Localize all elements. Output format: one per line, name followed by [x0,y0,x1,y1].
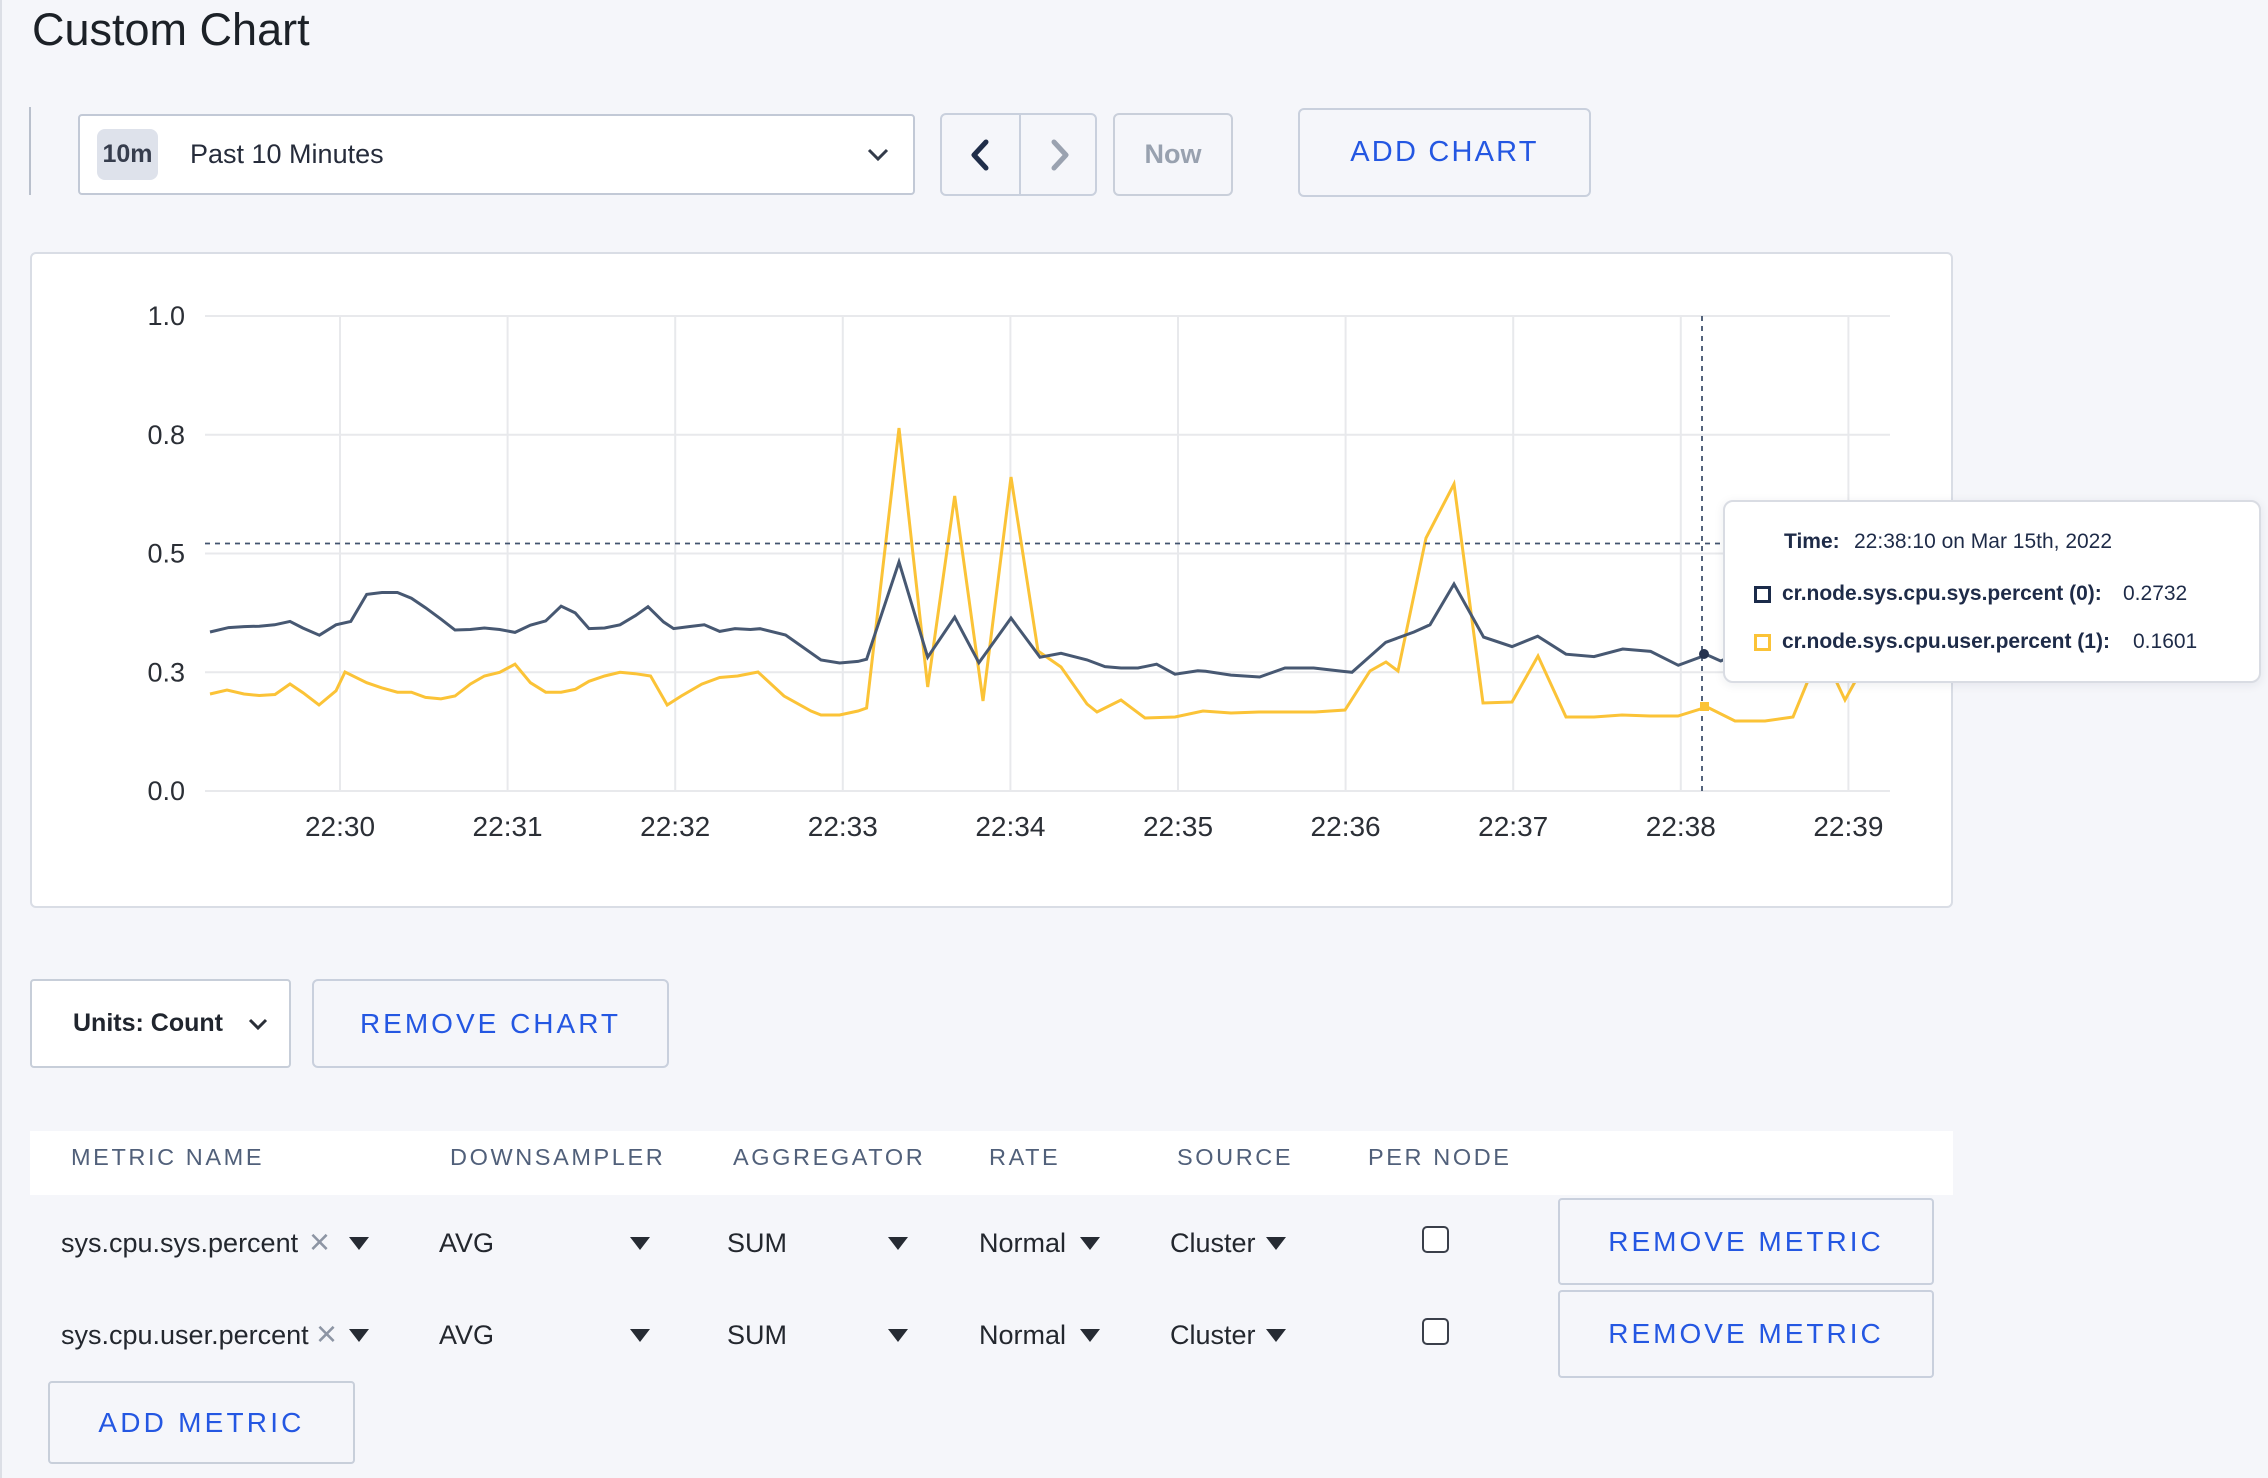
svg-text:22:33: 22:33 [808,811,878,842]
svg-text:0.3: 0.3 [147,657,185,687]
svg-text:22:38: 22:38 [1646,811,1716,842]
svg-text:22:32: 22:32 [640,811,710,842]
svg-text:22:36: 22:36 [1311,811,1381,842]
svg-text:22:34: 22:34 [975,811,1045,842]
svg-text:0.8: 0.8 [147,420,185,450]
svg-text:22:39: 22:39 [1813,811,1883,842]
svg-text:22:37: 22:37 [1478,811,1548,842]
svg-text:0.5: 0.5 [147,539,185,569]
svg-text:0.0: 0.0 [147,776,185,806]
svg-text:22:31: 22:31 [473,811,543,842]
svg-text:1.0: 1.0 [147,301,185,331]
svg-text:22:30: 22:30 [305,811,375,842]
svg-text:22:35: 22:35 [1143,811,1213,842]
